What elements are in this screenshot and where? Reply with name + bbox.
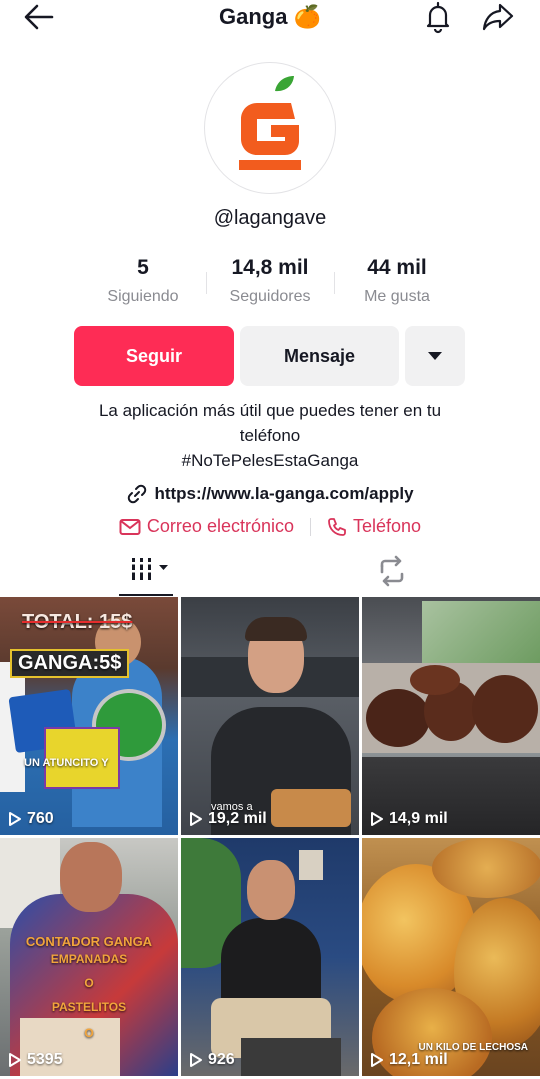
stat-following[interactable]: 5 Siguiendo bbox=[73, 256, 213, 306]
view-count: 14,9 mil bbox=[370, 810, 448, 828]
view-count: 760 bbox=[8, 810, 54, 828]
tab-videos[interactable] bbox=[110, 550, 182, 596]
view-count-text: 760 bbox=[27, 810, 54, 827]
content-tabs bbox=[0, 550, 540, 596]
video-caption: O bbox=[84, 1026, 94, 1040]
chair bbox=[241, 1038, 341, 1076]
video-caption: UN ATUNCITO Y bbox=[24, 757, 109, 769]
bio-line: La aplicación más útil que puedes tener … bbox=[98, 401, 442, 420]
video-caption: GANGA:5$ bbox=[10, 649, 130, 678]
view-count: 926 bbox=[189, 1051, 235, 1069]
phone-contact-label: Teléfono bbox=[353, 516, 422, 536]
avatar[interactable] bbox=[204, 62, 336, 194]
play-icon bbox=[371, 1053, 383, 1067]
video-thumbnail[interactable]: 14,9 mil bbox=[362, 597, 540, 835]
video-thumbnail[interactable]: CONTADOR GANGA EMPANADAS O PASTELITOS O … bbox=[0, 838, 178, 1076]
bio: La aplicación más útil que puedes tener … bbox=[40, 398, 500, 473]
background-window bbox=[422, 601, 540, 671]
page-title: Ganga 🍊 bbox=[219, 4, 321, 29]
person-shirt bbox=[221, 918, 321, 1008]
followers-label: Seguidores bbox=[229, 288, 311, 305]
top-bar: Ganga 🍊 bbox=[0, 0, 540, 36]
stat-followers[interactable]: 14,8 mil Seguidores bbox=[200, 256, 340, 306]
video-caption-text: GANGA:5$ bbox=[18, 652, 122, 674]
phone-contact[interactable]: Teléfono bbox=[327, 516, 421, 537]
view-count-text: 14,9 mil bbox=[389, 810, 448, 827]
more-options-button[interactable] bbox=[405, 326, 465, 386]
bell-icon[interactable] bbox=[421, 0, 455, 34]
view-count: 19,2 mil bbox=[189, 810, 267, 828]
email-contact-label: Correo electrónico bbox=[146, 516, 294, 536]
profile-link-text[interactable]: https://www.la-ganga.com/apply bbox=[154, 484, 413, 504]
video-caption: CONTADOR GANGA bbox=[25, 934, 153, 949]
follow-button[interactable]: Seguir bbox=[74, 326, 234, 386]
view-count-text: 926 bbox=[208, 1051, 235, 1068]
person-head bbox=[247, 860, 295, 920]
pastry bbox=[410, 665, 460, 695]
message-button[interactable]: Mensaje bbox=[240, 326, 399, 386]
video-caption: PASTELITOS bbox=[51, 1000, 127, 1014]
likes-count: 44 mil bbox=[367, 256, 427, 279]
profile-link[interactable]: https://www.la-ganga.com/apply bbox=[0, 483, 540, 505]
pastry bbox=[366, 689, 430, 747]
followers-count: 14,8 mil bbox=[231, 256, 309, 279]
pastry-tray bbox=[271, 789, 351, 827]
email-contact[interactable]: Correo electrónico bbox=[119, 516, 294, 537]
play-icon bbox=[9, 812, 21, 826]
following-label: Siguiendo bbox=[107, 288, 179, 305]
bio-line: teléfono bbox=[239, 426, 301, 445]
play-icon bbox=[190, 812, 202, 826]
link-icon bbox=[128, 484, 147, 504]
contact-separator bbox=[310, 517, 311, 536]
view-count: 12,1 mil bbox=[370, 1051, 448, 1069]
video-caption: TOTAL: 15$ bbox=[22, 611, 133, 633]
mail-icon bbox=[119, 518, 141, 535]
contact-row: Correo electrónico Teléfono bbox=[0, 516, 540, 537]
video-thumbnail[interactable]: UN KILO DE LECHOSA 12,1 mil bbox=[362, 838, 540, 1076]
phone-icon bbox=[328, 517, 346, 536]
papaya bbox=[432, 838, 540, 898]
video-thumbnail[interactable]: TOTAL: 15$ GANGA:5$ UN ATUNCITO Y 760 bbox=[0, 597, 178, 835]
view-count-text: 19,2 mil bbox=[208, 810, 267, 827]
view-count-text: 12,1 mil bbox=[389, 1051, 448, 1068]
play-icon bbox=[371, 812, 383, 826]
person-hair bbox=[245, 617, 307, 641]
caret-down-icon bbox=[428, 352, 442, 360]
video-caption: O bbox=[84, 976, 94, 990]
username: @lagangave bbox=[213, 207, 327, 229]
following-count: 5 bbox=[137, 256, 149, 279]
repost-icon[interactable] bbox=[372, 552, 412, 592]
video-thumbnail[interactable]: 926 bbox=[181, 838, 359, 1076]
pastry bbox=[472, 675, 538, 743]
ganga-logo-icon bbox=[239, 76, 301, 170]
background-frame bbox=[299, 850, 323, 880]
active-tab-indicator bbox=[119, 594, 173, 596]
stat-likes: 44 mil Me gusta bbox=[327, 256, 467, 306]
likes-label: Me gusta bbox=[364, 288, 430, 305]
video-grid: TOTAL: 15$ GANGA:5$ UN ATUNCITO Y 760 va… bbox=[0, 597, 540, 1079]
play-icon bbox=[9, 1053, 21, 1067]
grid-videos-icon bbox=[130, 558, 168, 580]
view-count: 5395 bbox=[8, 1051, 63, 1069]
video-thumbnail[interactable]: vamos a 19,2 mil bbox=[181, 597, 359, 835]
view-count-text: 5395 bbox=[27, 1051, 63, 1068]
bio-hashtag[interactable]: #NoTePelesEstaGanga bbox=[40, 448, 500, 473]
play-icon bbox=[190, 1053, 202, 1067]
video-caption: EMPANADAS bbox=[50, 952, 128, 966]
share-icon[interactable] bbox=[481, 1, 515, 33]
person-head bbox=[60, 842, 122, 912]
